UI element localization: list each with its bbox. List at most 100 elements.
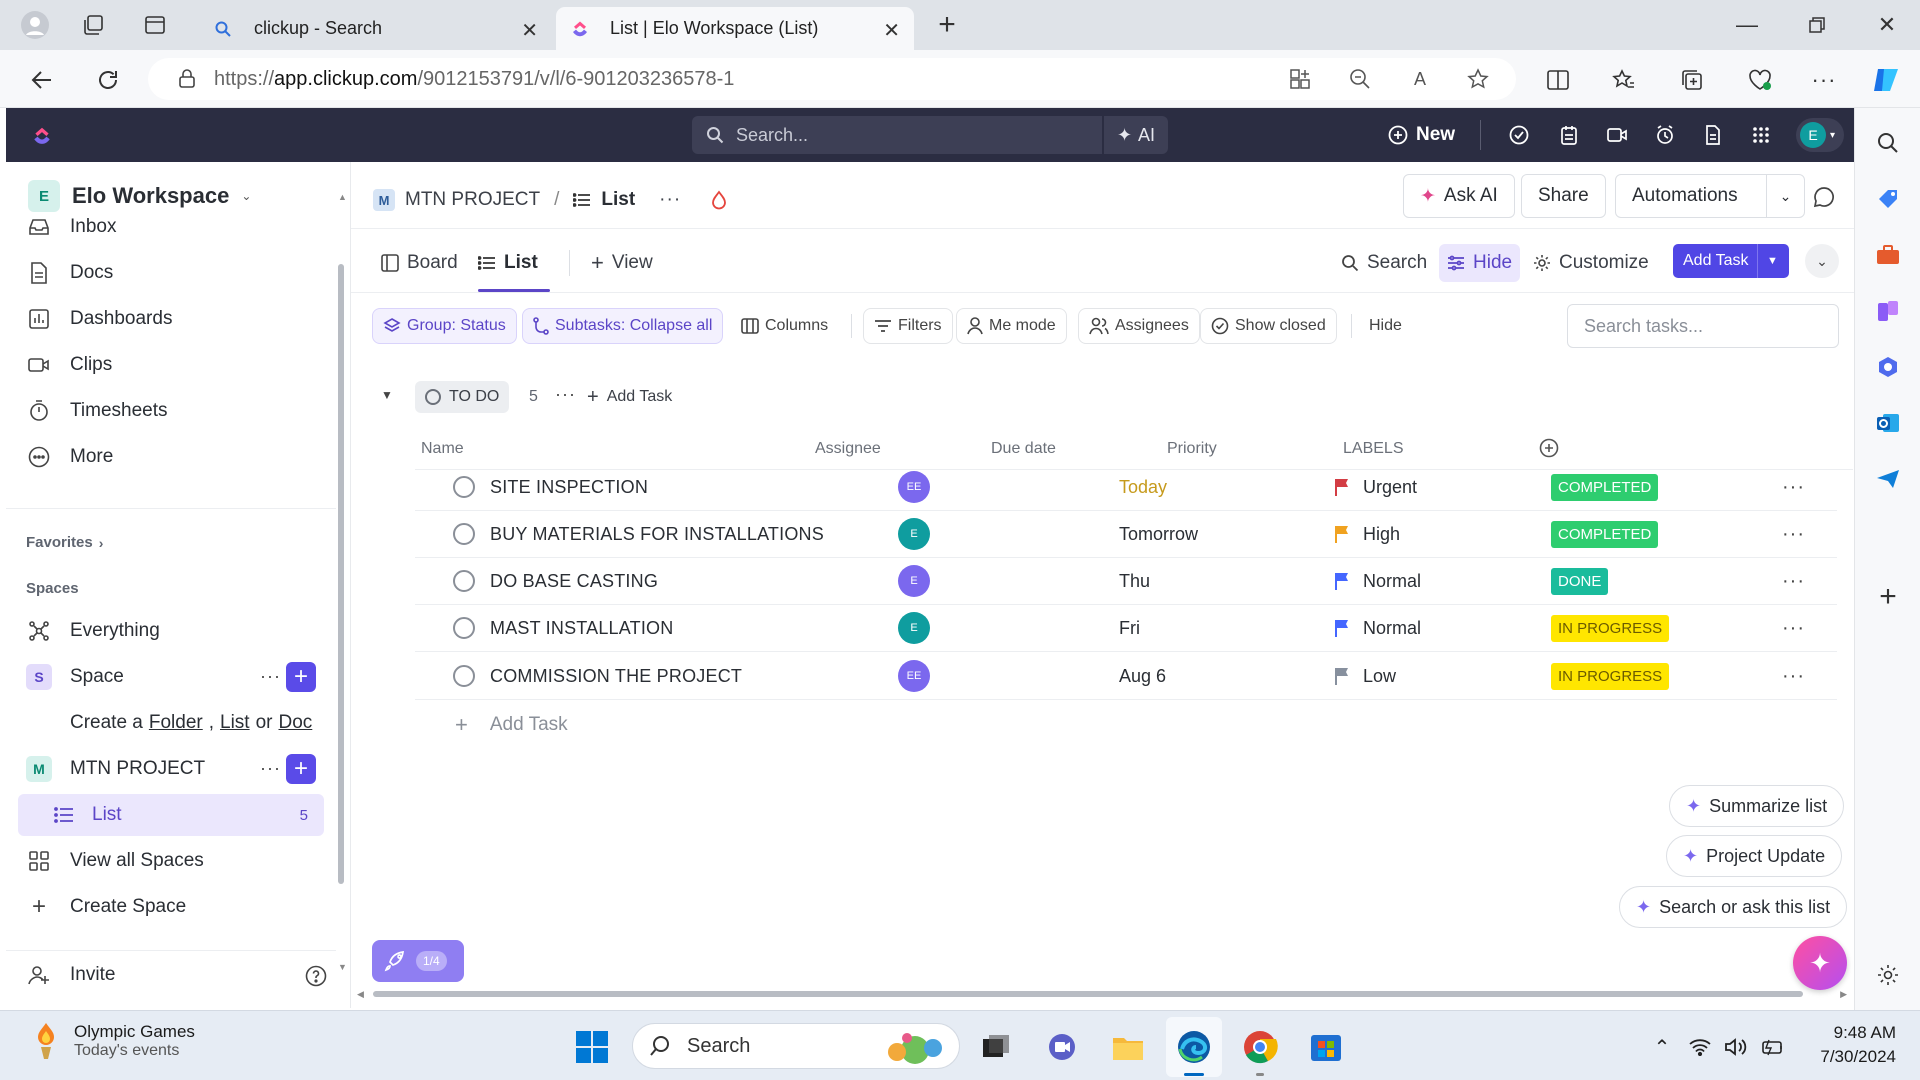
task-name[interactable]: BUY MATERIALS FOR INSTALLATIONS <box>490 524 824 545</box>
zoom-icon[interactable] <box>1348 67 1372 91</box>
priority-cell[interactable]: Low <box>1335 666 1396 687</box>
browser-essentials-icon[interactable] <box>1744 64 1776 96</box>
column-due-date[interactable]: Due date <box>991 440 1056 458</box>
send-icon[interactable] <box>1873 464 1903 494</box>
close-tab-icon[interactable]: ✕ <box>883 18 900 43</box>
show-closed-chip[interactable]: Show closed <box>1200 308 1337 344</box>
add-column-icon[interactable] <box>1539 438 1559 458</box>
app-available-icon[interactable] <box>1288 67 1312 91</box>
microsoft-store-icon[interactable] <box>1306 1027 1346 1067</box>
help-icon[interactable] <box>304 964 328 988</box>
label-badge[interactable]: COMPLETED <box>1551 520 1659 548</box>
user-menu[interactable]: E ▾ <box>1796 118 1844 152</box>
hide-chip[interactable]: Hide <box>1359 308 1412 344</box>
space-more-icon[interactable]: ··· <box>260 666 281 687</box>
split-screen-icon[interactable] <box>1542 64 1574 96</box>
tab-clickup-list[interactable]: List | Elo Workspace (List) ✕ <box>556 7 914 50</box>
sidebar-item-everything[interactable]: Everything <box>26 612 160 650</box>
wifi-icon[interactable] <box>1686 1033 1714 1061</box>
task-status-checkbox[interactable] <box>453 570 475 592</box>
hide-view-button[interactable]: Hide <box>1439 244 1521 282</box>
column-labels[interactable]: LABELS <box>1343 440 1403 458</box>
assignee-avatar[interactable]: EE <box>898 471 930 503</box>
task-status-checkbox[interactable] <box>453 523 475 545</box>
group-more-icon[interactable]: ··· <box>555 384 576 405</box>
sidebar-item-view-all-spaces[interactable]: View all Spaces <box>26 842 204 880</box>
workspaces-icon[interactable] <box>78 10 108 40</box>
label-badge[interactable]: IN PROGRESS <box>1551 662 1670 690</box>
add-view-button[interactable]: + View <box>591 238 653 288</box>
create-folder-link[interactable]: Folder <box>149 712 203 734</box>
sidebar-item-space[interactable]: S Space <box>26 658 326 696</box>
favorites-header[interactable]: Favorites › <box>26 534 103 551</box>
automations-button[interactable]: Automations ⌄ <box>1615 174 1805 218</box>
alarm-clock-icon[interactable] <box>1652 122 1678 148</box>
row-more-icon[interactable]: ··· <box>1782 665 1805 688</box>
add-to-space-button[interactable]: + <box>286 662 316 692</box>
tab-list[interactable]: List <box>478 238 538 288</box>
more-icon[interactable]: ··· <box>1808 64 1840 96</box>
assignee-avatar[interactable]: E <box>898 565 930 597</box>
tab-board[interactable]: Board <box>381 238 458 288</box>
column-assignee[interactable]: Assignee <box>815 440 881 458</box>
priority-cell[interactable]: Normal <box>1335 618 1421 639</box>
copilot-icon[interactable] <box>1866 62 1906 98</box>
sidebar-settings-icon[interactable] <box>1873 960 1903 990</box>
chevron-down-icon[interactable]: ▼ <box>1757 244 1787 278</box>
due-date[interactable]: Thu <box>1119 571 1150 592</box>
favorite-star-icon[interactable] <box>1466 67 1490 91</box>
add-sidebar-app-icon[interactable]: + <box>1873 580 1903 613</box>
task-name[interactable]: SITE INSPECTION <box>490 477 648 498</box>
due-date[interactable]: Today <box>1119 477 1167 498</box>
summarize-list-button[interactable]: ✦ Summarize list <box>1669 785 1845 827</box>
customize-button[interactable]: Customize <box>1533 244 1649 282</box>
table-row[interactable]: DO BASE CASTING E Thu Normal DONE ··· <box>415 558 1837 605</box>
horizontal-scrollbar[interactable]: ◀ ▶ <box>357 988 1847 1000</box>
add-to-project-button[interactable]: + <box>286 754 316 784</box>
taskbar-search[interactable]: Search <box>632 1023 960 1069</box>
group-by-status-chip[interactable]: Group: Status <box>372 308 517 344</box>
favorites-icon[interactable] <box>1608 64 1640 96</box>
columns-chip[interactable]: Columns <box>731 308 838 344</box>
sidebar-item-dashboards[interactable]: Dashboards <box>26 300 172 338</box>
assignee-avatar[interactable]: E <box>898 612 930 644</box>
project-update-button[interactable]: ✦ Project Update <box>1666 835 1843 877</box>
inline-add-task[interactable]: + Add Task <box>455 712 568 738</box>
teams-icon[interactable] <box>1042 1027 1082 1067</box>
sidebar-item-mtn-project[interactable]: M MTN PROJECT <box>26 750 326 788</box>
invite-button[interactable]: Invite <box>26 956 115 994</box>
priority-cell[interactable]: Normal <box>1335 571 1421 592</box>
create-doc-link[interactable]: Doc <box>279 712 313 734</box>
refresh-icon[interactable] <box>90 62 126 98</box>
tools-icon[interactable] <box>1873 240 1903 270</box>
breadcrumb-more-icon[interactable]: ··· <box>659 189 681 211</box>
task-name[interactable]: COMMISSION THE PROJECT <box>490 666 742 687</box>
task-status-checkbox[interactable] <box>453 476 475 498</box>
assignees-chip[interactable]: Assignees <box>1078 308 1200 344</box>
chrome-icon[interactable] <box>1240 1027 1280 1067</box>
label-badge[interactable]: IN PROGRESS <box>1551 614 1670 642</box>
table-row[interactable]: SITE INSPECTION EE Today Urgent COMPLETED ··· <box>415 464 1837 511</box>
clock[interactable]: 9:48 AM 7/30/2024 <box>1796 1023 1896 1067</box>
sidebar-item-clips[interactable]: Clips <box>26 346 112 384</box>
label-badge[interactable]: COMPLETED <box>1551 473 1659 501</box>
read-aloud-icon[interactable]: A <box>1408 67 1432 91</box>
ask-ai-button[interactable]: ✦ Ask AI <box>1403 174 1515 218</box>
breadcrumb-project[interactable]: MTN PROJECT <box>405 189 540 211</box>
sidebar-item-docs[interactable]: Docs <box>26 254 113 292</box>
sidebar-item-list[interactable]: List 5 <box>18 794 324 836</box>
status-badge[interactable]: TO DO <box>415 381 510 413</box>
games-icon[interactable] <box>1873 296 1903 326</box>
sidebar-item-create-space[interactable]: + Create Space <box>26 888 186 926</box>
tab-clickup-search[interactable]: clickup - Search ✕ <box>200 7 552 50</box>
breadcrumb-list[interactable]: List <box>601 189 635 211</box>
table-row[interactable]: MAST INSTALLATION E Fri Normal IN PROGRESS ··… <box>415 605 1837 652</box>
priority-cell[interactable]: High <box>1335 524 1400 545</box>
sidebar-item-inbox[interactable]: Inbox <box>26 208 116 246</box>
document-icon[interactable] <box>1700 122 1726 148</box>
sidebar-item-more[interactable]: More <box>26 438 113 476</box>
priority-cell[interactable]: Urgent <box>1335 477 1417 498</box>
watch-drop-icon[interactable] <box>711 190 727 210</box>
subtasks-chip[interactable]: Subtasks: Collapse all <box>522 308 724 344</box>
row-more-icon[interactable]: ··· <box>1782 570 1805 593</box>
